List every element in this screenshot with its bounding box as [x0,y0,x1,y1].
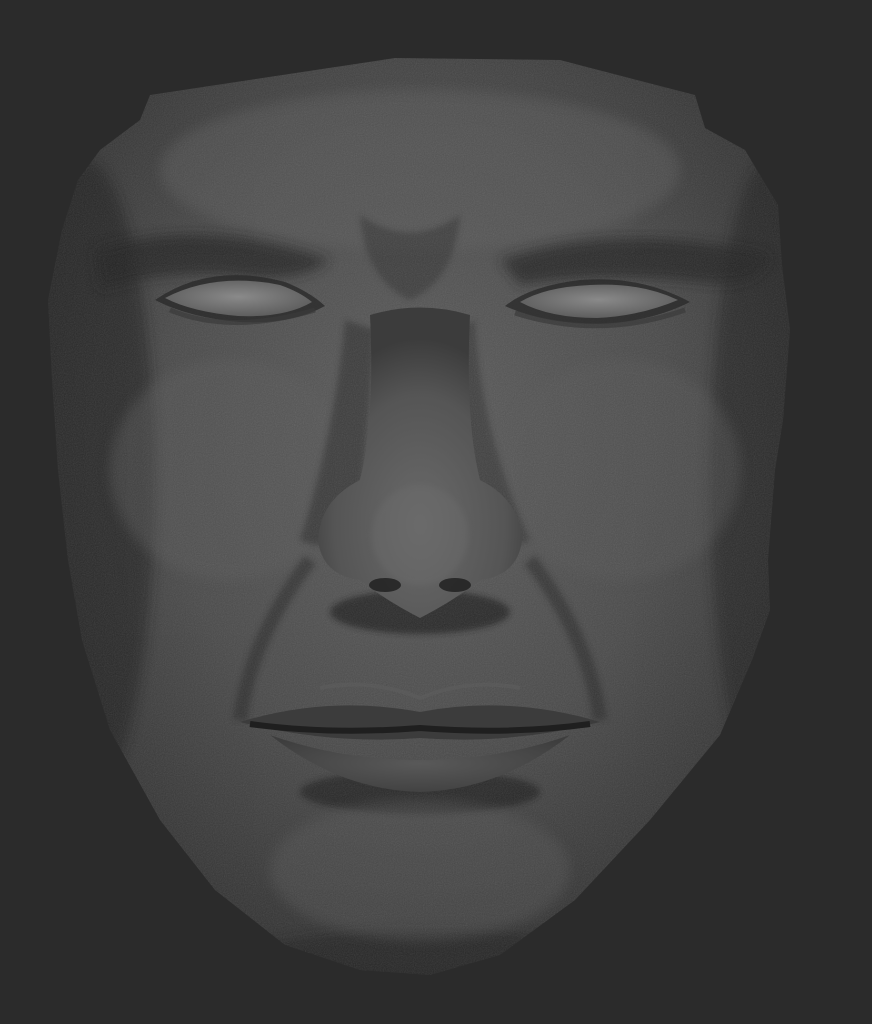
face-sculpt-render [0,0,872,1024]
sculpt-viewport[interactable] [0,0,872,1024]
